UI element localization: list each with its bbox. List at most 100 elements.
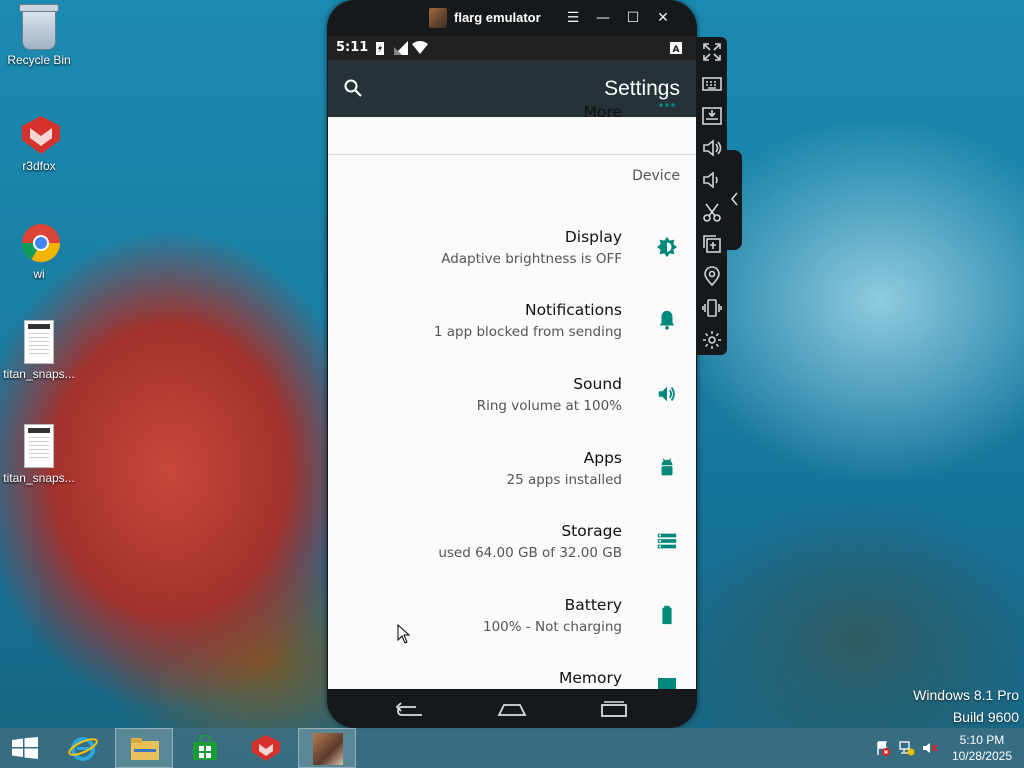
desktop-icon-label: titan_snaps...: [3, 471, 75, 485]
settings-item-notifications[interactable]: Notifications 1 app blocked from sending: [328, 291, 696, 364]
settings-item-subtitle: 25 apps installed: [506, 472, 623, 488]
fullscreen-icon[interactable]: [701, 41, 723, 63]
settings-item-subtitle: Adaptive brightness is OFF: [441, 251, 622, 267]
windows-logo-icon: [12, 737, 38, 759]
settings-item-title: Apps: [583, 449, 622, 467]
copy-icon[interactable]: [701, 233, 723, 255]
emulator-logo-icon: [429, 8, 447, 28]
r3dfox-icon: [18, 112, 60, 156]
clock-time: 5:10 PM: [959, 733, 1005, 747]
desktop-icon-recycle-bin[interactable]: Recycle Bin: [0, 4, 78, 67]
divider: [328, 154, 696, 155]
settings-item-title: Storage: [561, 522, 622, 540]
taskbar-file-explorer[interactable]: [115, 728, 173, 768]
settings-item-subtitle: 1 app blocked from sending: [433, 324, 622, 340]
menu-icon[interactable]: ☰: [563, 8, 583, 28]
r3dfox-icon: [252, 735, 280, 761]
wifi-icon: [412, 41, 428, 54]
android-screen: 5:11 A Settings More Device Display Adap…: [328, 36, 696, 689]
location-icon[interactable]: [701, 265, 723, 287]
folder-icon: [131, 738, 159, 760]
section-header-device: Device: [632, 168, 680, 184]
search-icon[interactable]: [344, 79, 362, 97]
battery-charging-icon: [376, 42, 384, 55]
emulator-titlebar[interactable]: flarg emulator ☰ — ☐ ✕: [327, 0, 697, 36]
svg-text:A: A: [673, 45, 680, 54]
more-dots-icon: [658, 103, 676, 107]
battery-icon: [656, 604, 678, 626]
chrome-icon: [18, 220, 61, 264]
desktop-icon-titan-snapshot-2[interactable]: titan_snaps...: [0, 424, 78, 485]
keyboard-icon[interactable]: [701, 73, 723, 95]
taskbar-clock[interactable]: 5:10 PM 10/28/2025: [952, 732, 1012, 764]
minimize-button[interactable]: —: [593, 8, 613, 28]
emulator-thumbnail-icon: [313, 733, 343, 765]
desktop-icon-label: titan_snaps...: [3, 367, 75, 381]
taskbar-flarg-emulator[interactable]: [298, 728, 356, 768]
settings-item-more[interactable]: More: [328, 103, 696, 153]
recycle-bin-icon: [19, 4, 59, 50]
watermark-edition: Windows 8.1 Pro: [913, 687, 1019, 703]
action-center-flag-icon[interactable]: [875, 740, 891, 756]
start-button[interactable]: [0, 728, 50, 768]
cell-signal-icon: [394, 41, 408, 55]
settings-item-title: Memory: [558, 669, 622, 687]
close-button[interactable]: ✕: [653, 8, 673, 28]
volume-muted-icon[interactable]: [922, 740, 938, 756]
desktop-icon-wi[interactable]: wi: [0, 220, 78, 281]
network-icon[interactable]: [899, 740, 915, 756]
status-time: 5:11: [336, 40, 369, 55]
settings-item-subtitle: Ring volume at 100%: [476, 398, 622, 414]
volume-icon: [656, 383, 678, 405]
keyboard-a-icon: A: [670, 42, 682, 54]
taskbar-store[interactable]: [176, 728, 234, 768]
emulator-side-toolbar: [697, 37, 727, 355]
settings-item-title: More: [583, 103, 622, 121]
page-title: Settings: [604, 77, 680, 100]
settings-list[interactable]: More Device Display Adaptive brightness …: [328, 103, 696, 689]
settings-item-title: Battery: [564, 596, 622, 614]
mouse-cursor-icon: [397, 624, 411, 644]
settings-item-storage[interactable]: Storage used 64.00 GB of 32.00 GB: [328, 512, 696, 585]
chevron-left-icon: [730, 192, 738, 206]
apk-install-icon[interactable]: [701, 105, 723, 127]
settings-item-battery[interactable]: Battery 100% - Not charging: [328, 586, 696, 659]
android-nav-bar: [328, 689, 696, 728]
brightness-icon: [656, 236, 678, 258]
back-icon[interactable]: [394, 699, 426, 719]
settings-item-subtitle: 100% - Not charging: [482, 619, 622, 635]
volume-down-icon[interactable]: [701, 169, 723, 191]
maximize-button[interactable]: ☐: [623, 8, 643, 28]
settings-item-sound[interactable]: Sound Ring volume at 100%: [328, 365, 696, 438]
settings-icon[interactable]: [701, 329, 723, 351]
android-status-bar: 5:11 A: [328, 36, 696, 60]
watermark-build: Build 9600: [952, 709, 1019, 725]
taskbar-internet-explorer[interactable]: [54, 728, 112, 768]
toolbar-collapse-tab[interactable]: [727, 150, 742, 250]
shake-icon[interactable]: [701, 297, 723, 319]
desktop-icon-r3dfox[interactable]: r3dfox: [0, 112, 78, 173]
emulator-title: flarg emulator: [454, 10, 541, 25]
recent-apps-icon[interactable]: [598, 699, 630, 719]
store-icon: [193, 735, 217, 760]
settings-item-display[interactable]: Display Adaptive brightness is OFF: [328, 218, 696, 291]
android-icon: [656, 457, 678, 479]
memory-icon: [658, 678, 676, 689]
taskbar: 5:10 PM 10/28/2025: [0, 728, 1024, 768]
settings-item-title: Display: [564, 228, 622, 246]
screenshot-icon[interactable]: [701, 201, 723, 223]
file-icon: [24, 320, 54, 364]
settings-item-apps[interactable]: Apps 25 apps installed: [328, 439, 696, 512]
storage-icon: [656, 530, 678, 552]
desktop-icon-titan-snapshot-1[interactable]: titan_snaps...: [0, 320, 78, 381]
settings-item-memory[interactable]: Memory: [328, 659, 696, 689]
settings-item-title: Sound: [573, 375, 622, 393]
file-icon: [24, 424, 54, 468]
taskbar-r3dfox[interactable]: [237, 728, 295, 768]
desktop-icon-label: wi: [33, 267, 45, 281]
home-icon[interactable]: [496, 699, 528, 719]
windows-watermark: Windows 8.1 Pro Build 9600: [913, 684, 1019, 728]
desktop-icon-label: r3dfox: [22, 159, 56, 173]
volume-up-icon[interactable]: [701, 137, 723, 159]
settings-item-title: Notifications: [524, 301, 622, 319]
